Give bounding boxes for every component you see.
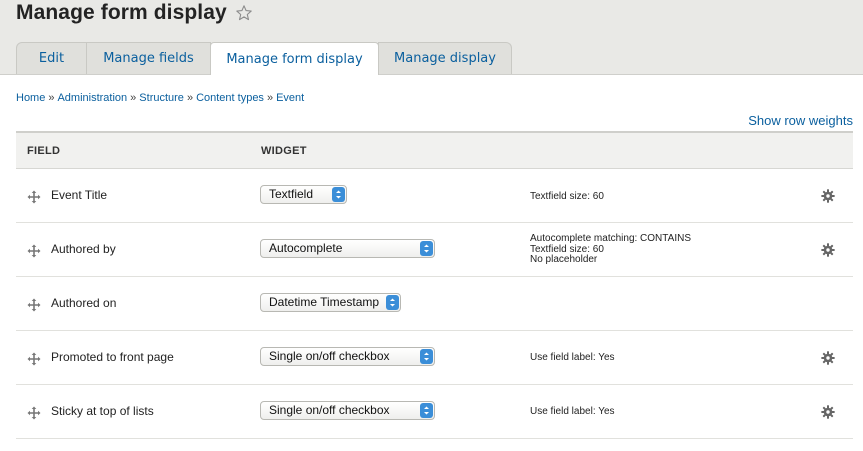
gear-icon[interactable]	[821, 188, 835, 203]
breadcrumb-separator: »	[130, 92, 137, 104]
column-header-field: FIELD	[27, 145, 61, 157]
widget-summary: Autocomplete matching: CONTAINS Textfiel…	[530, 233, 691, 266]
tab-edit[interactable]: Edit	[16, 42, 87, 74]
breadcrumb-separator: »	[48, 92, 55, 104]
drag-handle-icon[interactable]	[27, 351, 41, 366]
table-row: Event Title Textfield Textfield size: 60	[16, 169, 853, 223]
widget-summary: Use field label: Yes	[530, 406, 615, 418]
drag-handle-icon[interactable]	[27, 405, 41, 420]
breadcrumb-separator: »	[266, 92, 274, 104]
select-arrows-icon	[420, 403, 433, 418]
select-arrows-icon	[420, 241, 433, 256]
table-header: FIELD WIDGET	[16, 131, 853, 169]
breadcrumb-separator: »	[186, 92, 194, 104]
table-row: Authored by Autocomplete Autocomplete ma…	[16, 223, 853, 277]
breadcrumb-content-types[interactable]: Content types	[196, 92, 264, 104]
tab-manage-fields[interactable]: Manage fields	[86, 42, 211, 74]
table-row: Sticky at top of lists Single on/off che…	[16, 385, 853, 439]
widget-select[interactable]: Autocomplete	[260, 239, 435, 258]
column-header-widget: WIDGET	[261, 145, 307, 157]
form-display-table: FIELD WIDGET Event Title Textfield Textf…	[16, 131, 853, 439]
select-arrows-icon	[386, 295, 399, 310]
breadcrumb-administration[interactable]: Administration	[57, 92, 127, 104]
widget-select-value: Autocomplete	[269, 241, 343, 255]
tab-manage-display[interactable]: Manage display	[378, 42, 512, 74]
gear-icon[interactable]	[821, 404, 835, 419]
drag-handle-icon[interactable]	[27, 243, 41, 258]
breadcrumb-event[interactable]: Event	[276, 92, 304, 104]
widget-select[interactable]: Single on/off checkbox	[260, 347, 435, 366]
page-header: Manage form display Edit Manage fields M…	[0, 0, 863, 75]
summary-line: No placeholder	[530, 254, 598, 265]
tab-manage-form-display[interactable]: Manage form display	[210, 42, 379, 75]
field-label: Event Title	[51, 188, 108, 202]
widget-select[interactable]: Single on/off checkbox	[260, 401, 435, 420]
widget-select-value: Single on/off checkbox	[269, 349, 390, 363]
tabs: Edit Manage fields Manage form display M…	[16, 42, 512, 75]
widget-select-value: Single on/off checkbox	[269, 403, 390, 417]
drag-handle-icon[interactable]	[27, 297, 41, 312]
gear-icon[interactable]	[821, 242, 835, 257]
select-arrows-icon	[420, 349, 433, 364]
field-label: Promoted to front page	[51, 350, 174, 364]
widget-summary: Use field label: Yes	[530, 352, 615, 364]
star-icon[interactable]	[235, 4, 253, 22]
breadcrumb-home[interactable]: Home	[16, 92, 45, 104]
widget-select-value: Textfield	[269, 187, 314, 201]
summary-line: Use field label: Yes	[530, 352, 615, 363]
show-row-weights-link[interactable]: Show row weights	[748, 113, 853, 128]
summary-line: Autocomplete matching: CONTAINS	[530, 233, 691, 244]
summary-line: Textfield size: 60	[530, 191, 604, 202]
widget-select[interactable]: Datetime Timestamp	[260, 293, 401, 312]
table-row: Authored on Datetime Timestamp	[16, 277, 853, 331]
drag-handle-icon[interactable]	[27, 189, 41, 204]
widget-summary: Textfield size: 60	[530, 191, 604, 203]
select-arrows-icon	[332, 187, 345, 202]
summary-line: Use field label: Yes	[530, 406, 615, 417]
field-label: Sticky at top of lists	[51, 404, 154, 418]
field-label: Authored by	[51, 242, 116, 256]
gear-icon[interactable]	[821, 350, 835, 365]
page-title: Manage form display	[16, 1, 227, 24]
widget-select-value: Datetime Timestamp	[269, 295, 380, 309]
title-row: Manage form display	[16, 0, 253, 26]
breadcrumb: Home » Administration » Structure » Cont…	[16, 92, 304, 104]
table-row: Promoted to front page Single on/off che…	[16, 331, 853, 385]
field-label: Authored on	[51, 296, 117, 310]
widget-select[interactable]: Textfield	[260, 185, 347, 204]
breadcrumb-structure[interactable]: Structure	[139, 92, 184, 104]
